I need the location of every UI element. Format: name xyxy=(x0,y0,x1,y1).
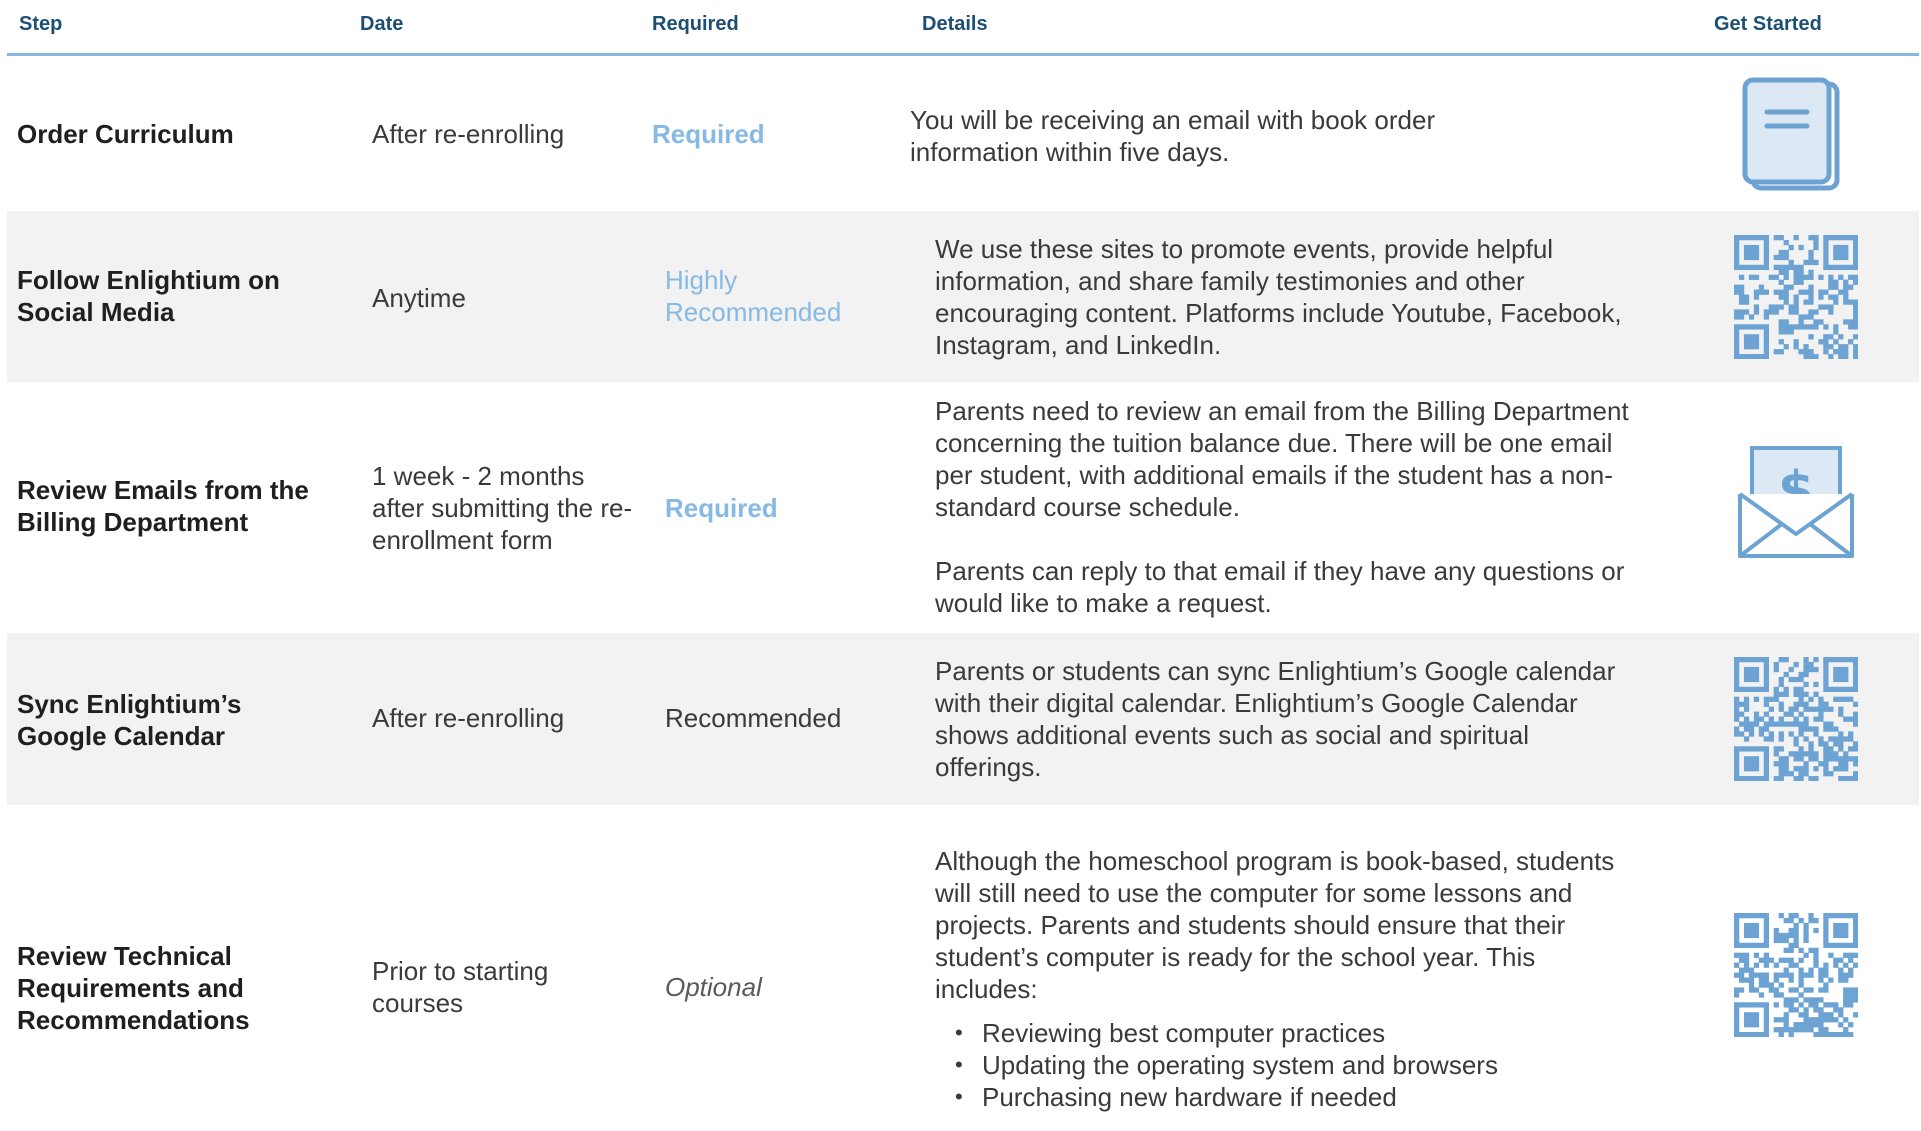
details-text: Although the homeschool program is book-… xyxy=(935,845,1635,1113)
table-row: Review Emails from the Billing Departmen… xyxy=(7,382,1919,633)
step-label: Review Technical Requirements and Recomm… xyxy=(17,941,250,1035)
step-label: Sync Enlightium’s Google Calendar xyxy=(17,689,242,751)
step-label: Order Curriculum xyxy=(17,119,234,149)
details-text: Parents need to review an email from the… xyxy=(935,395,1635,619)
list-item: Reviewing best computer practices xyxy=(955,1017,1635,1049)
table-header: Step Date Required Details Get Started xyxy=(7,0,1919,56)
details-text: We use these sites to promote events, pr… xyxy=(935,234,1622,360)
header-required: Required xyxy=(652,13,739,35)
header-get-started: Get Started xyxy=(1714,13,1822,35)
header-date: Date xyxy=(360,13,404,35)
required-status: Required xyxy=(652,119,765,149)
date-label: Prior to starting courses xyxy=(372,956,549,1018)
details-paragraph: Although the homeschool program is book-… xyxy=(935,846,1615,1004)
table-row: Sync Enlightium’s Google Calendar After … xyxy=(7,633,1919,805)
date-label: After re-enrolling xyxy=(372,703,565,733)
required-status: Highly Recommended xyxy=(665,265,842,327)
table-row: Review Technical Requirements and Recomm… xyxy=(7,805,1919,1131)
qr-code-icon[interactable] xyxy=(1734,235,1859,360)
header-step: Step xyxy=(19,13,63,35)
details-paragraph: Parents can reply to that email if they … xyxy=(935,556,1625,618)
table-row: Follow Enlightium on Social Media Anytim… xyxy=(7,211,1919,382)
required-status: Recommended xyxy=(665,703,842,733)
date-label: After re-enrolling xyxy=(372,119,565,149)
header-details: Details xyxy=(922,13,988,35)
step-label: Review Emails from the Billing Departmen… xyxy=(17,475,309,537)
table-row: Order Curriculum After re-enrolling Requ… xyxy=(7,56,1919,211)
requirements-list: Reviewing best computer practices Updati… xyxy=(935,1017,1635,1113)
details-text: Parents or students can sync Enlightium’… xyxy=(935,656,1616,782)
qr-code-icon[interactable] xyxy=(1734,657,1859,782)
list-item: Updating the operating system and browse… xyxy=(955,1049,1635,1081)
required-status: Optional xyxy=(665,972,762,1002)
step-label: Follow Enlightium on Social Media xyxy=(17,265,280,327)
date-label: Anytime xyxy=(372,283,466,313)
details-text: You will be receiving an email with book… xyxy=(910,105,1436,167)
list-item: Purchasing new hardware if needed xyxy=(955,1081,1635,1113)
next-steps-table: Step Date Required Details Get Started O… xyxy=(7,0,1919,1131)
required-status: Required xyxy=(665,493,778,523)
book-icon[interactable] xyxy=(1737,76,1847,194)
details-paragraph: Parents need to review an email from the… xyxy=(935,396,1629,522)
date-label: 1 week - 2 months after submitting the r… xyxy=(372,461,633,555)
envelope-dollar-icon[interactable]: $ xyxy=(1734,442,1858,566)
qr-code-icon[interactable] xyxy=(1734,913,1859,1038)
